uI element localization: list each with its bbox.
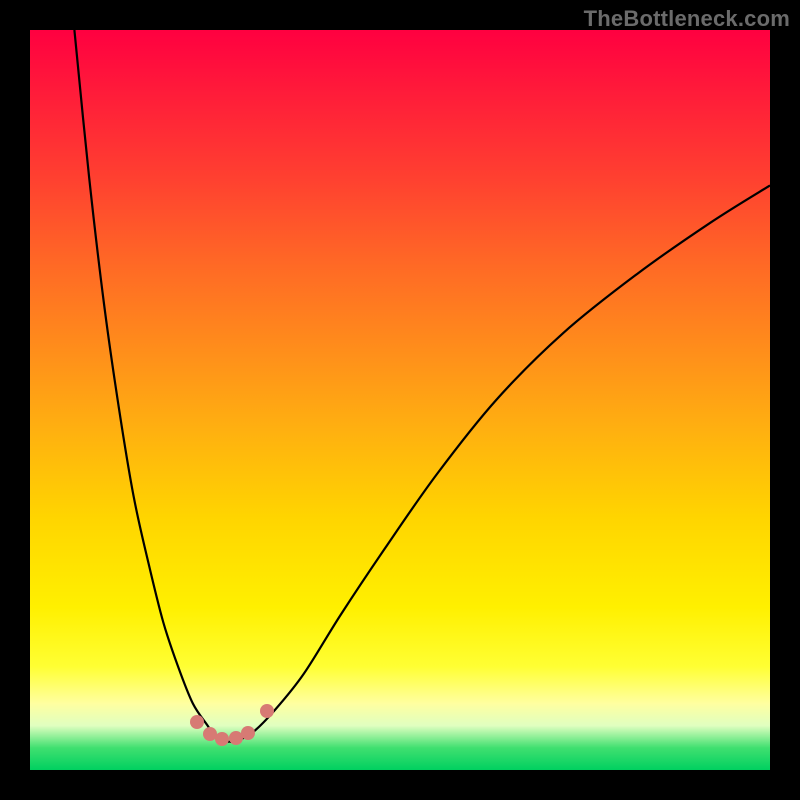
trough-dot	[260, 704, 274, 718]
watermark-text: TheBottleneck.com	[584, 6, 790, 32]
curve-right-branch	[230, 185, 770, 741]
curve-left-branch	[74, 30, 229, 742]
trough-dot	[190, 715, 204, 729]
plot-area	[30, 30, 770, 770]
curve-layer	[30, 30, 770, 770]
